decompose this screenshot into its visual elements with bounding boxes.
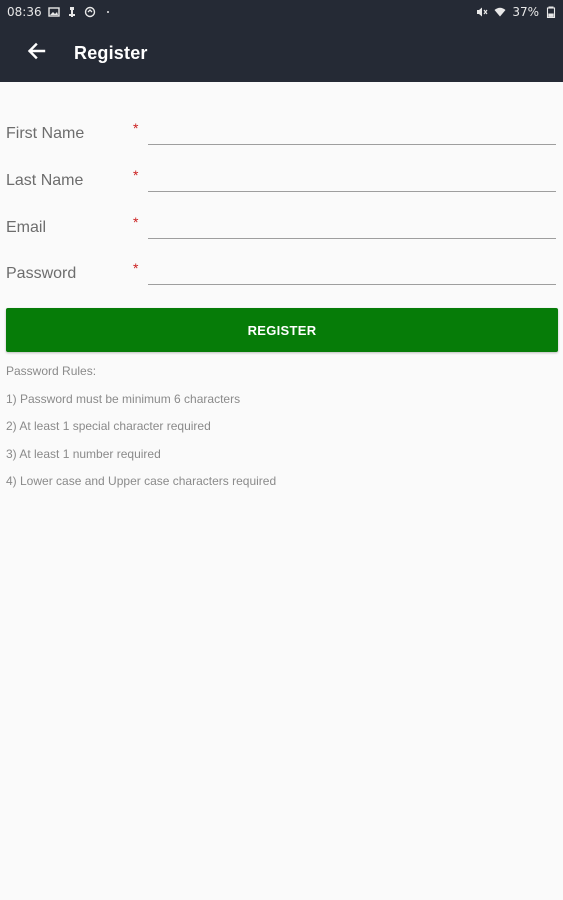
status-bar-left: 08:36 bbox=[7, 5, 114, 19]
battery-percent: 37% bbox=[512, 5, 539, 19]
usb-icon bbox=[66, 6, 78, 18]
app-bar: Register bbox=[0, 24, 563, 82]
required-marker: * bbox=[133, 120, 139, 136]
password-row: Password * bbox=[0, 259, 563, 305]
last-name-row: Last Name * bbox=[0, 166, 563, 212]
required-marker: * bbox=[133, 260, 139, 276]
required-marker: * bbox=[133, 167, 139, 183]
password-rules-heading: Password Rules: bbox=[6, 364, 97, 378]
first-name-row: First Name * bbox=[0, 119, 563, 165]
first-name-label: First Name bbox=[6, 125, 85, 142]
password-rule-item: 1) Password must be minimum 6 characters bbox=[6, 391, 241, 406]
sync-icon bbox=[84, 6, 96, 18]
last-name-field[interactable] bbox=[148, 166, 556, 192]
wifi-icon bbox=[494, 6, 506, 18]
dot-icon bbox=[102, 6, 114, 18]
email-field[interactable] bbox=[148, 213, 556, 239]
email-row: Email * bbox=[0, 213, 563, 259]
status-bar-right: 37% bbox=[476, 5, 557, 19]
back-button[interactable] bbox=[22, 39, 50, 67]
battery-icon bbox=[545, 6, 557, 18]
password-rule-item: 3) At least 1 number required bbox=[6, 446, 161, 461]
first-name-field[interactable] bbox=[148, 119, 556, 145]
password-label: Password bbox=[6, 265, 77, 282]
password-rule-item: 2) At least 1 special character required bbox=[6, 419, 211, 433]
status-bar: 08:36 37% bbox=[0, 0, 563, 24]
password-rules: Password Rules: 1) Password must be mini… bbox=[6, 364, 276, 502]
password-field[interactable] bbox=[148, 259, 556, 285]
page-title: Register bbox=[74, 42, 148, 63]
status-time: 08:36 bbox=[7, 5, 42, 19]
password-rule-item: 4) Lower case and Upper case characters … bbox=[6, 474, 277, 488]
register-button[interactable]: REGISTER bbox=[6, 308, 558, 352]
arrow-left-icon bbox=[26, 41, 46, 66]
email-label: Email bbox=[6, 219, 47, 236]
mute-icon bbox=[476, 6, 488, 18]
last-name-label: Last Name bbox=[6, 172, 84, 189]
gallery-icon bbox=[47, 6, 60, 18]
required-marker: * bbox=[133, 214, 139, 230]
